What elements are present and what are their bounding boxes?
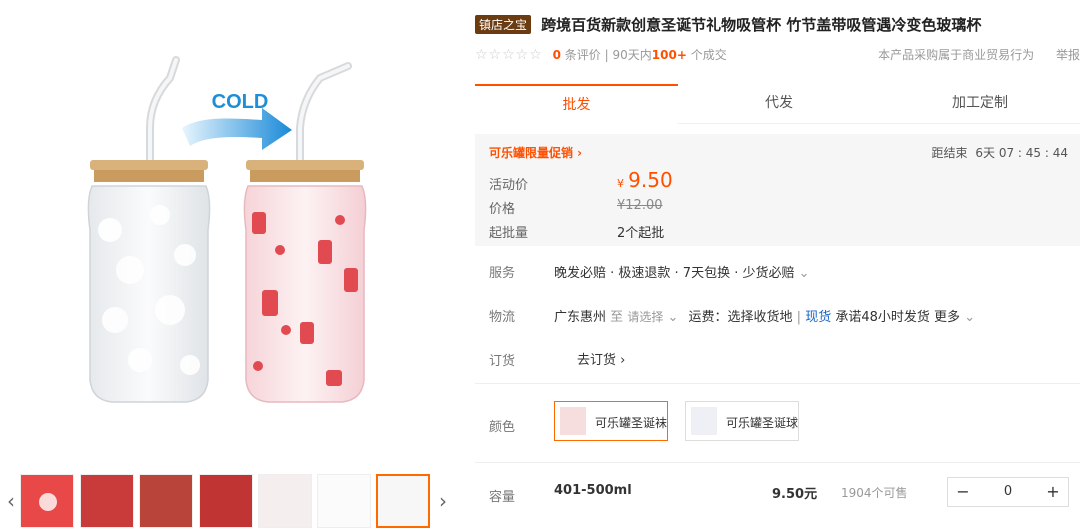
color-label: 颜色 bbox=[489, 420, 516, 435]
ship-origin: 广东惠州 bbox=[554, 310, 607, 325]
review-count[interactable]: 0 bbox=[553, 48, 561, 62]
tab-dropship[interactable]: 代发 bbox=[678, 84, 880, 124]
original-price-label: 价格 bbox=[489, 202, 516, 217]
rating-row: ☆☆☆☆☆ 0 条评价 | 90天内100+ 个成交 本产品采购属于商业贸易行为… bbox=[475, 46, 1080, 63]
rating-stars-icon: ☆☆☆☆☆ bbox=[475, 47, 543, 63]
product-title: 跨境百货新款创意圣诞节礼物吸管杯 竹节盖带吸管遇冷变色玻璃杯 bbox=[541, 16, 982, 34]
thumbnail-2[interactable] bbox=[80, 474, 134, 528]
color-option-thumb bbox=[691, 407, 717, 435]
quantity-minus-button[interactable]: − bbox=[948, 478, 978, 506]
moq-value: 2个起批 bbox=[617, 226, 665, 241]
main-product-image[interactable]: COLD bbox=[0, 0, 462, 462]
currency-symbol: ¥ bbox=[617, 177, 624, 190]
trade-notice: 本产品采购属于商业贸易行为 举报 bbox=[878, 46, 1080, 63]
chevron-down-icon: ⌄ bbox=[667, 310, 679, 325]
review-suffix: 条评价 bbox=[564, 48, 601, 62]
countdown-label: 距结束 bbox=[931, 146, 968, 160]
chevron-down-icon: ⌄ bbox=[798, 266, 810, 281]
promo-title[interactable]: 可乐罐限量促销 › bbox=[489, 144, 582, 161]
order-label: 订货 bbox=[489, 354, 516, 369]
capacity-label: 容量 bbox=[489, 490, 516, 505]
product-info-panel: 镇店之宝 跨境百货新款创意圣诞节礼物吸管杯 竹节盖带吸管遇冷变色玻璃杯 ☆☆☆☆… bbox=[475, 0, 1080, 531]
more-logistics-button[interactable]: 更多 bbox=[934, 310, 960, 325]
activity-price-label: 活动价 bbox=[489, 178, 529, 193]
go-order-link[interactable]: 去订货 › bbox=[577, 349, 625, 368]
destination-select[interactable]: 请选择 bbox=[627, 310, 663, 324]
sales-count: 100+ bbox=[651, 48, 687, 62]
logistics-row: 广东惠州 至 请选择 ⌄ 运费：选择收货地 | 现货 承诺48小时发货 更多 ⌄ bbox=[554, 310, 976, 325]
thumbnail-3[interactable] bbox=[139, 474, 193, 528]
moq-label: 起批量 bbox=[489, 226, 529, 241]
thumbnail-5[interactable] bbox=[258, 474, 312, 528]
color-option-stocking[interactable]: 可乐罐圣诞袜 bbox=[554, 401, 668, 441]
promo-countdown: 距结束 6天 07 : 45 : 44 bbox=[932, 144, 1068, 161]
thumbnail-next-arrow[interactable]: › bbox=[436, 474, 450, 528]
shipping-fee: 运费：选择收货地 bbox=[688, 310, 793, 325]
divider bbox=[475, 462, 1080, 463]
service-value[interactable]: 晚发必赔 · 极速退款 · 7天包换 · 少货必赔 ⌄ bbox=[554, 262, 810, 281]
sales-prefix: 90天内 bbox=[612, 48, 652, 62]
thumbnail-1[interactable] bbox=[20, 474, 74, 528]
original-price: ¥12.00 bbox=[617, 198, 663, 213]
rating-divider: | bbox=[604, 48, 609, 62]
purchase-mode-tabs: 批发 代发 加工定制 bbox=[475, 84, 1080, 124]
quantity-stepper: − 0 + bbox=[947, 477, 1069, 507]
product-gallery: COLD ‹ › bbox=[0, 0, 462, 531]
promo-price-box: 可乐罐限量促销 › 距结束 6天 07 : 45 : 44 活动价 ¥ 9.50… bbox=[475, 134, 1080, 246]
play-icon bbox=[39, 493, 57, 511]
quantity-plus-button[interactable]: + bbox=[1038, 478, 1068, 506]
glass-cups-illustration: COLD bbox=[87, 56, 367, 403]
countdown-timer: 6天 07 : 45 : 44 bbox=[975, 146, 1068, 160]
ship-promise: 承诺48小时发货 bbox=[835, 310, 930, 325]
quantity-input[interactable]: 0 bbox=[978, 478, 1038, 506]
color-option-thumb bbox=[560, 407, 586, 435]
thumbnail-strip: ‹ › bbox=[0, 470, 462, 530]
title-row: 镇店之宝 跨境百货新款创意圣诞节礼物吸管杯 竹节盖带吸管遇冷变色玻璃杯 bbox=[475, 14, 981, 35]
service-text: 晚发必赔 · 极速退款 · 7天包换 · 少货必赔 bbox=[554, 266, 795, 281]
thumbnail-6[interactable] bbox=[317, 474, 371, 528]
cold-label: COLD bbox=[212, 91, 269, 113]
in-stock-tag: 现货 bbox=[805, 310, 832, 325]
activity-price-value: 9.50 bbox=[628, 168, 673, 192]
thumbnail-prev-arrow[interactable]: ‹ bbox=[4, 474, 18, 528]
capacity-price: 9.50元 bbox=[772, 487, 818, 502]
thumbnail-7-selected[interactable] bbox=[376, 474, 430, 528]
color-option-label: 可乐罐圣诞球 bbox=[726, 416, 799, 430]
color-option-ball[interactable]: 可乐罐圣诞球 bbox=[685, 401, 799, 441]
chevron-down-icon: ⌄ bbox=[964, 310, 976, 325]
color-option-label: 可乐罐圣诞袜 bbox=[595, 416, 668, 430]
ship-to-label: 至 bbox=[610, 310, 624, 325]
capacity-stock: 1904个可售 bbox=[841, 486, 908, 500]
thumbnail-4[interactable] bbox=[199, 474, 253, 528]
tab-custom[interactable]: 加工定制 bbox=[880, 84, 1080, 124]
divider bbox=[475, 383, 1080, 384]
logistics-label: 物流 bbox=[489, 310, 516, 325]
sales-suffix: 个成交 bbox=[690, 48, 727, 62]
activity-price: ¥ 9.50 bbox=[617, 168, 673, 192]
capacity-value: 401-500ml bbox=[554, 483, 632, 498]
report-link[interactable]: 举报 bbox=[1056, 48, 1080, 62]
trade-notice-text: 本产品采购属于商业贸易行为 bbox=[878, 48, 1035, 62]
store-badge: 镇店之宝 bbox=[475, 15, 532, 34]
service-label: 服务 bbox=[489, 266, 516, 281]
tab-wholesale[interactable]: 批发 bbox=[475, 84, 678, 124]
